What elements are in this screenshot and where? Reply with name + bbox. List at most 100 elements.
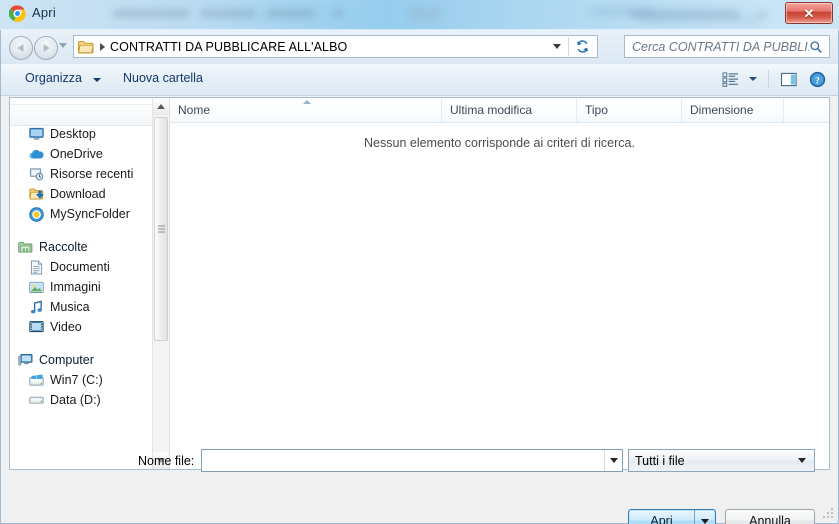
organize-menu-button[interactable]: Organizza bbox=[25, 71, 82, 85]
change-view-button[interactable] bbox=[717, 68, 743, 90]
blurred-background-text bbox=[333, 9, 343, 18]
drive-icon bbox=[28, 392, 44, 408]
chevron-down-icon bbox=[701, 518, 709, 524]
column-label: Dimensione bbox=[690, 103, 754, 117]
open-file-dialog: Apri ✕ CONTRATTI DA PUBBLICARE ALL'ALBO bbox=[0, 0, 839, 524]
sidebar-scrollbar[interactable] bbox=[152, 98, 169, 469]
file-type-value: Tutti i file bbox=[635, 453, 685, 468]
chevron-down-icon bbox=[749, 77, 757, 81]
sidebar-item-mysyncfolder[interactable]: MySyncFolder bbox=[10, 204, 169, 224]
address-dropdown-button[interactable] bbox=[547, 36, 567, 57]
resize-grip-icon[interactable] bbox=[823, 508, 835, 520]
column-header-ultima-modifica[interactable]: Ultima modifica bbox=[442, 98, 577, 122]
preview-pane-button[interactable] bbox=[776, 68, 802, 90]
chevron-down-icon bbox=[609, 458, 618, 463]
blurred-background-text bbox=[200, 9, 256, 18]
libraries-icon bbox=[17, 239, 33, 255]
search-box[interactable]: Cerca CONTRATTI DA PUBBLI... bbox=[624, 35, 830, 58]
column-header-dimensione[interactable]: Dimensione bbox=[682, 98, 784, 122]
forward-button[interactable] bbox=[34, 36, 58, 60]
file-type-filter[interactable]: Tutti i file bbox=[628, 449, 815, 472]
sidebar-item-risorse-recenti[interactable]: Risorse recenti bbox=[10, 164, 169, 184]
search-input[interactable]: Cerca CONTRATTI DA PUBBLI... bbox=[632, 40, 809, 54]
pictures-icon bbox=[28, 279, 44, 295]
sidebar-label: Win7 (C:) bbox=[50, 373, 103, 387]
new-folder-button[interactable]: Nuova cartella bbox=[123, 71, 203, 85]
sidebar-item-win7-c[interactable]: Win7 (C:) bbox=[10, 370, 169, 390]
music-icon bbox=[28, 299, 44, 315]
sidebar-item-data-d[interactable]: Data (D:) bbox=[10, 390, 169, 410]
cancel-button-label: Annulla bbox=[749, 514, 791, 524]
breadcrumb-path[interactable]: CONTRATTI DA PUBBLICARE ALL'ALBO bbox=[110, 40, 347, 54]
open-dropdown-button[interactable] bbox=[694, 510, 715, 524]
blurred-background-text bbox=[112, 9, 190, 18]
sidebar-item-desktop[interactable]: Desktop bbox=[10, 124, 169, 144]
refresh-icon bbox=[576, 40, 589, 53]
column-header-row: Nome Ultima modifica Tipo Dimensione bbox=[170, 98, 829, 123]
sidebar-label: Download bbox=[50, 187, 106, 201]
close-button[interactable]: ✕ bbox=[785, 2, 833, 24]
filename-label: Nome file: bbox=[138, 454, 195, 468]
svg-text:?: ? bbox=[815, 76, 820, 86]
column-label: Ultima modifica bbox=[450, 103, 533, 117]
back-button[interactable] bbox=[9, 36, 33, 60]
view-list-icon bbox=[722, 71, 738, 87]
star-icon bbox=[17, 106, 33, 122]
sidebar-item-raccolte[interactable]: Raccolte bbox=[10, 237, 169, 257]
sidebar-item-musica[interactable]: Musica bbox=[10, 297, 169, 317]
close-icon: ✕ bbox=[803, 5, 815, 21]
address-bar[interactable]: CONTRATTI DA PUBBLICARE ALL'ALBO bbox=[73, 35, 598, 58]
sidebar-item-immagini[interactable]: Immagini bbox=[10, 277, 169, 297]
scroll-up-button[interactable] bbox=[153, 98, 169, 115]
sidebar-label: Musica bbox=[50, 300, 90, 314]
desktop-icon bbox=[28, 126, 44, 142]
open-button-label: Apri bbox=[650, 514, 673, 524]
sidebar-item-preferiti[interactable]: Preferiti bbox=[10, 104, 169, 124]
column-label: Tipo bbox=[585, 103, 608, 117]
sync-folder-icon bbox=[28, 206, 44, 222]
sidebar-item-download[interactable]: Download bbox=[10, 184, 169, 204]
download-icon bbox=[28, 186, 44, 202]
sidebar-item-onedrive[interactable]: OneDrive bbox=[10, 144, 169, 164]
view-dropdown-button[interactable] bbox=[745, 68, 761, 90]
window-title: Apri bbox=[32, 5, 56, 20]
recent-places-icon bbox=[28, 166, 44, 182]
filename-dropdown-button[interactable] bbox=[604, 450, 622, 471]
window-body: CONTRATTI DA PUBBLICARE ALL'ALBO Cerca C… bbox=[0, 30, 839, 524]
explorer-panes: Preferiti Desktop OneDrive Risorse recen… bbox=[9, 97, 830, 470]
forward-arrow-icon bbox=[43, 44, 50, 52]
file-list-pane: Nome Ultima modifica Tipo Dimensione Nes… bbox=[170, 98, 829, 469]
recent-locations-button[interactable] bbox=[59, 43, 67, 48]
column-header-tipo[interactable]: Tipo bbox=[577, 98, 682, 122]
blurred-background-text bbox=[266, 9, 314, 18]
windows-drive-icon bbox=[28, 372, 44, 388]
blurred-background-text bbox=[630, 10, 740, 19]
filename-input[interactable] bbox=[201, 449, 623, 472]
address-bar-row: CONTRATTI DA PUBBLICARE ALL'ALBO Cerca C… bbox=[1, 30, 838, 64]
sidebar-item-computer[interactable]: Computer bbox=[10, 350, 169, 370]
computer-icon bbox=[17, 352, 33, 368]
sidebar-item-documenti[interactable]: Documenti bbox=[10, 257, 169, 277]
chevron-down-icon bbox=[798, 458, 806, 463]
cancel-button[interactable]: Annulla bbox=[725, 509, 815, 524]
scrollbar-thumb[interactable] bbox=[154, 117, 168, 341]
open-button[interactable]: Apri bbox=[628, 509, 716, 524]
chevron-down-icon[interactable] bbox=[93, 78, 101, 82]
navigation-pane: Preferiti Desktop OneDrive Risorse recen… bbox=[10, 98, 170, 469]
sidebar-label: Preferiti bbox=[39, 107, 83, 121]
sidebar-label: Risorse recenti bbox=[50, 167, 134, 181]
command-bar-right-group: ? bbox=[717, 68, 830, 90]
column-header-nome[interactable]: Nome bbox=[170, 98, 442, 122]
folder-icon bbox=[78, 40, 94, 53]
sidebar-label: Documenti bbox=[50, 260, 110, 274]
help-icon: ? bbox=[809, 71, 825, 87]
column-label: Nome bbox=[178, 103, 211, 117]
help-button[interactable]: ? bbox=[804, 68, 830, 90]
breadcrumb-separator-icon bbox=[100, 42, 105, 51]
search-icon bbox=[810, 40, 822, 53]
blurred-background-shape bbox=[408, 6, 442, 21]
empty-list-message: Nessun elemento corrisponde ai criteri d… bbox=[364, 136, 635, 150]
refresh-button[interactable] bbox=[568, 37, 596, 56]
sidebar-item-video[interactable]: Video bbox=[10, 317, 169, 337]
